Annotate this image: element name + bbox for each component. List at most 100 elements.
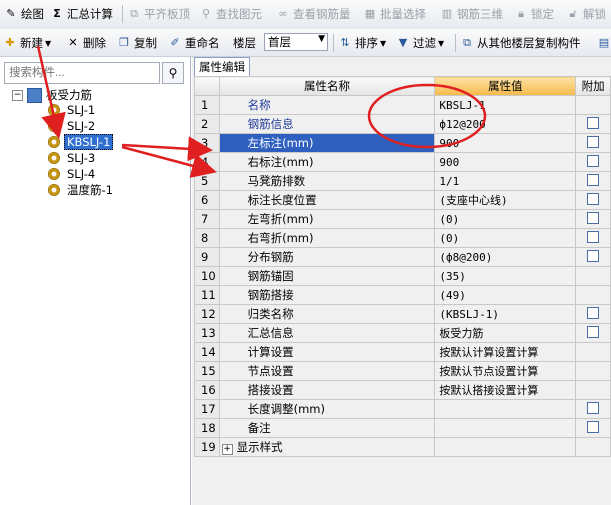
property-value[interactable]: 按默认节点设置计算 [434, 361, 577, 381]
property-value[interactable] [434, 437, 577, 457]
rename-button[interactable]: ✐ 重命名 [168, 33, 219, 53]
tree-item[interactable]: SLJ-4 [48, 166, 98, 181]
property-value[interactable]: KBSLJ-1 [434, 95, 577, 115]
property-value[interactable]: (35) [434, 266, 577, 286]
add-checkbox[interactable] [587, 420, 600, 433]
tab-property-edit[interactable]: 属性编辑 [194, 57, 250, 76]
new-button[interactable]: ✚ 新建 ▼ [3, 33, 51, 53]
add-checkbox[interactable] [587, 401, 600, 414]
add-checkbox[interactable] [587, 192, 600, 205]
unlock-button[interactable]: 🔓︎ 解锁 [566, 4, 606, 24]
add-checkbox[interactable] [587, 135, 600, 148]
property-add-cell[interactable] [575, 114, 611, 134]
property-row[interactable]: 18 备注 [194, 418, 611, 438]
tree-item[interactable]: 温度筋-1 [48, 182, 116, 197]
property-value[interactable] [434, 418, 577, 438]
find-element-button[interactable]: ⚲ 查找图元 [199, 4, 262, 24]
property-row[interactable]: 3 左标注(mm) 900 [194, 133, 611, 153]
tree-item[interactable]: SLJ-2 [48, 118, 98, 133]
flat-top-button[interactable]: ⧉ 平齐板顶 [127, 4, 190, 24]
property-value[interactable]: 900 [434, 152, 577, 172]
property-value[interactable]: 1/1 [434, 171, 577, 191]
property-add-cell[interactable] [575, 171, 611, 191]
tree-item[interactable]: KBSLJ-1 [48, 133, 114, 150]
property-name-cell: 分布钢筋 [218, 247, 436, 267]
property-add-cell[interactable] [575, 247, 611, 267]
floor-select[interactable]: 首层 ▼ [264, 33, 328, 51]
add-checkbox[interactable] [587, 325, 600, 338]
property-row[interactable]: 5 马凳筋排数 1/1 [194, 171, 611, 191]
add-checkbox[interactable] [587, 154, 600, 167]
gear-icon [48, 119, 60, 132]
property-add-cell[interactable] [575, 399, 611, 419]
property-value[interactable]: 板受力筋 [434, 323, 577, 343]
property-add-cell[interactable] [575, 323, 611, 343]
batch-select-button[interactable]: ▦ 批量选择 [363, 4, 426, 24]
property-row[interactable]: 10 钢筋锚固 (35) [194, 266, 611, 286]
property-value[interactable] [434, 399, 577, 419]
property-row[interactable]: 15 节点设置 按默认节点设置计算 [194, 361, 611, 381]
filter-button[interactable]: ▼ 过滤 ▼ [396, 33, 444, 53]
rebar-3d-button[interactable]: ▥ 钢筋三维 [440, 4, 503, 24]
property-row[interactable]: 19 + 显示样式 [194, 437, 611, 457]
property-value[interactable]: (ф8@200) [434, 247, 577, 267]
property-value[interactable]: (49) [434, 285, 577, 305]
property-name-cell: 备注 [218, 418, 436, 438]
property-add-cell[interactable] [575, 133, 611, 153]
pencil-icon: ✎ [6, 7, 16, 20]
sort-button[interactable]: ⇅ 排序 ▼ [338, 33, 386, 53]
add-checkbox[interactable] [587, 211, 600, 224]
expand-icon[interactable]: + [221, 444, 233, 455]
add-checkbox[interactable] [587, 116, 600, 129]
property-row[interactable]: 16 搭接设置 按默认搭接设置计算 [194, 380, 611, 400]
property-row[interactable]: 13 汇总信息 板受力筋 [194, 323, 611, 343]
property-value[interactable]: (0) [434, 228, 577, 248]
copy-from-floor-button[interactable]: ⧉ 从其他楼层复制构件 [460, 33, 580, 53]
add-checkbox[interactable] [587, 230, 600, 243]
property-row[interactable]: 11 钢筋搭接 (49) [194, 285, 611, 305]
add-checkbox[interactable] [587, 306, 600, 319]
property-row[interactable]: 4 右标注(mm) 900 [194, 152, 611, 172]
property-value[interactable]: (支座中心线) [434, 190, 577, 210]
property-add-cell[interactable] [575, 152, 611, 172]
delete-button[interactable]: ✕ 删除 [66, 33, 106, 53]
tree-root[interactable]: − 板受力筋 [12, 87, 92, 103]
property-value[interactable]: (0) [434, 209, 577, 229]
draw-button[interactable]: ✎ 绘图 [4, 4, 44, 24]
calc-button[interactable]: Σ 汇总计算 [50, 4, 113, 24]
view-rebar-button[interactable]: ∞ 查看钢筋量 [276, 4, 350, 24]
tree-item-label: SLJ-1 [67, 102, 96, 117]
property-row[interactable]: 6 标注长度位置 (支座中心线) [194, 190, 611, 210]
property-row[interactable]: 7 左弯折(mm) (0) [194, 209, 611, 229]
property-add-cell[interactable] [575, 190, 611, 210]
search-button[interactable]: ⚲ [162, 62, 184, 84]
property-add-cell[interactable] [575, 304, 611, 324]
copy-button[interactable]: ❐ 复制 [117, 33, 157, 53]
property-add-cell[interactable] [575, 418, 611, 438]
property-row[interactable]: 9 分布钢筋 (ф8@200) [194, 247, 611, 267]
property-row[interactable]: 1 名称 KBSLJ-1 [194, 95, 611, 115]
property-row[interactable]: 2 钢筋信息 ф12@200 [194, 114, 611, 134]
property-add-cell[interactable] [575, 228, 611, 248]
property-row[interactable]: 17 长度调整(mm) [194, 399, 611, 419]
property-add-cell [575, 342, 611, 362]
tree-item-label: SLJ-4 [67, 166, 96, 181]
property-row[interactable]: 12 归类名称 (KBSLJ-1) [194, 304, 611, 324]
property-row[interactable]: 8 右弯折(mm) (0) [194, 228, 611, 248]
property-value[interactable]: (KBSLJ-1) [434, 304, 577, 324]
property-value[interactable]: ф12@200 [434, 114, 577, 134]
add-checkbox[interactable] [587, 249, 600, 262]
lock-button[interactable]: 🔒︎ 锁定 [514, 4, 554, 24]
property-add-cell[interactable] [575, 209, 611, 229]
collapse-icon[interactable]: − [12, 89, 23, 101]
property-row[interactable]: 14 计算设置 按默认计算设置计算 [194, 342, 611, 362]
tree-item[interactable]: SLJ-1 [48, 102, 98, 117]
property-name: 汇总信息 [247, 326, 294, 340]
more-toolbar-icon[interactable]: ▤ [597, 33, 611, 53]
property-value[interactable]: 900 [434, 133, 577, 153]
property-value[interactable]: 按默认计算设置计算 [434, 342, 577, 362]
search-input[interactable] [4, 62, 160, 84]
tree-item[interactable]: SLJ-3 [48, 150, 98, 165]
add-checkbox[interactable] [587, 173, 600, 186]
property-value[interactable]: 按默认搭接设置计算 [434, 380, 577, 400]
